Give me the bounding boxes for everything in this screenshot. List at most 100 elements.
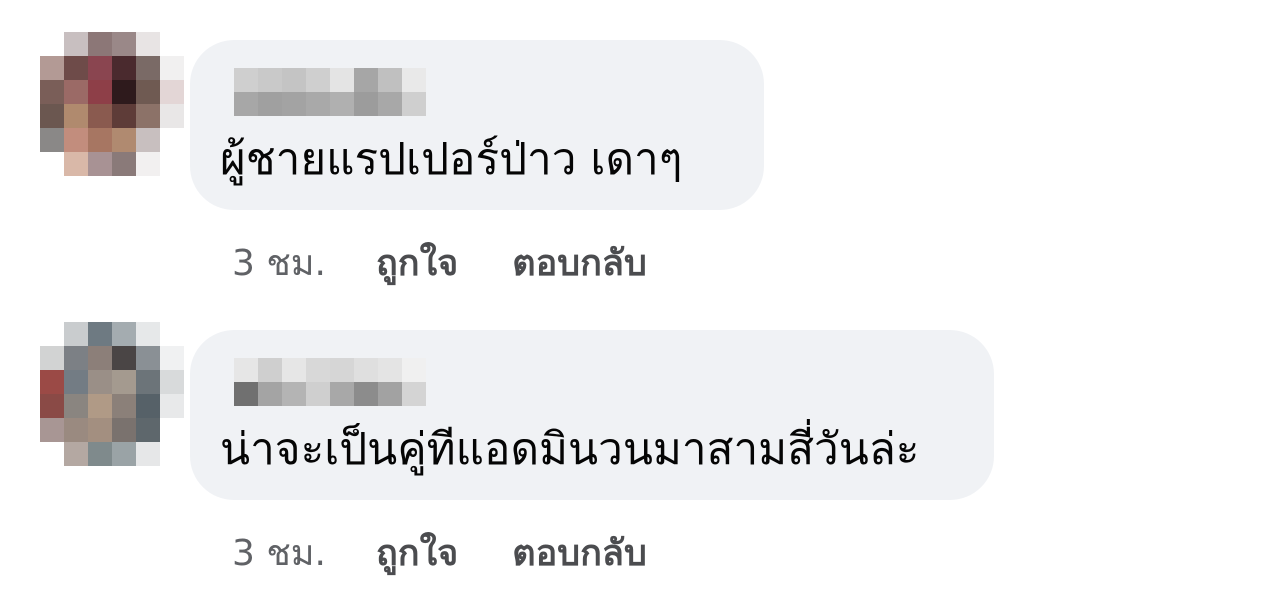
avatar-pixel [160, 370, 184, 394]
comment-actions: 3 ชม. ถูกใจ ตอบกลับ [232, 232, 647, 292]
name-blur-pixel [354, 68, 378, 92]
avatar-pixel [64, 442, 88, 466]
avatar-pixel [88, 346, 112, 370]
avatar-pixel [112, 32, 136, 56]
avatar-pixel [88, 128, 112, 152]
avatar-pixel [112, 104, 136, 128]
name-blur-pixel [234, 358, 258, 382]
avatar-pixel [112, 394, 136, 418]
avatar-pixel [88, 32, 112, 56]
name-blur-pixel [330, 358, 354, 382]
reply-button[interactable]: ตอบกลับ [512, 234, 647, 291]
name-blur-pixel [306, 382, 330, 406]
avatar-pixel [160, 322, 184, 346]
avatar-pixel [112, 152, 136, 176]
avatar-pixel [160, 104, 184, 128]
reply-button[interactable]: ตอบกลับ [512, 524, 647, 581]
name-blur-pixel [402, 68, 426, 92]
avatar-pixel [136, 322, 160, 346]
avatar-pixel [64, 32, 88, 56]
avatar-pixel [40, 418, 64, 442]
avatar-pixel [112, 322, 136, 346]
comment-text: ผู้ชายแรปเปอร์ป่าว เดาๆ [220, 134, 683, 185]
avatar-pixel [112, 346, 136, 370]
avatar-pixel [40, 322, 64, 346]
name-blur-pixel [402, 382, 426, 406]
name-blur-pixel [378, 92, 402, 116]
name-blur-pixel [306, 92, 330, 116]
avatar-pixel [40, 80, 64, 104]
name-blur-pixel [378, 68, 402, 92]
avatar-pixel [40, 56, 64, 80]
avatar-pixel [88, 418, 112, 442]
avatar-pixel [160, 152, 184, 176]
avatar-pixel [88, 56, 112, 80]
name-blur-pixel [282, 92, 306, 116]
name-blur-pixel [354, 358, 378, 382]
avatar-pixel [64, 322, 88, 346]
comment-timestamp[interactable]: 3 ชม. [232, 524, 326, 581]
avatar-pixel [40, 152, 64, 176]
avatar-pixel [136, 104, 160, 128]
commenter-name-blurred[interactable] [234, 358, 426, 406]
name-blur-pixel [282, 68, 306, 92]
avatar-pixel [136, 128, 160, 152]
name-blur-pixel [258, 92, 282, 116]
avatar-pixel [40, 104, 64, 128]
name-blur-pixel [234, 382, 258, 406]
comment-bubble: ผู้ชายแรปเปอร์ป่าว เดาๆ [190, 40, 764, 210]
avatar-pixel [136, 32, 160, 56]
name-blur-pixel [378, 382, 402, 406]
avatar-pixel [112, 370, 136, 394]
avatar-pixel [64, 128, 88, 152]
avatar-pixel [160, 56, 184, 80]
avatar-pixel [160, 394, 184, 418]
name-blur-pixel [354, 382, 378, 406]
avatar-pixel [88, 394, 112, 418]
name-blur-pixel [258, 382, 282, 406]
avatar-pixel [88, 442, 112, 466]
avatar-pixel [112, 80, 136, 104]
avatar-pixel [64, 104, 88, 128]
avatar-pixel [40, 370, 64, 394]
avatar-pixel [64, 346, 88, 370]
avatar-pixel [40, 32, 64, 56]
avatar-pixel [88, 322, 112, 346]
avatar-pixel [136, 152, 160, 176]
comment-actions: 3 ชม. ถูกใจ ตอบกลับ [232, 522, 647, 582]
avatar-pixel [136, 394, 160, 418]
name-blur-pixel [282, 358, 306, 382]
name-blur-pixel [378, 358, 402, 382]
avatar-pixel [160, 418, 184, 442]
name-blur-pixel [306, 68, 330, 92]
name-blur-pixel [234, 68, 258, 92]
name-blur-pixel [330, 382, 354, 406]
avatar-pixel [64, 80, 88, 104]
name-blur-pixel [402, 92, 426, 116]
name-blur-pixel [234, 92, 258, 116]
avatar-pixel [112, 442, 136, 466]
avatar-pixel [136, 346, 160, 370]
avatar-pixel [160, 442, 184, 466]
comment-bubble: น่าจะเป็นคู่ทีแอดมินวนมาสามสี่วันล่ะ [190, 330, 994, 500]
comments-page: ผู้ชายแรปเปอร์ป่าว เดาๆ 3 ชม. ถูกใจ ตอบก… [0, 0, 1280, 592]
avatar[interactable] [40, 322, 184, 466]
avatar-pixel [136, 442, 160, 466]
avatar-pixel [64, 418, 88, 442]
avatar-pixel [64, 394, 88, 418]
name-blur-pixel [306, 358, 330, 382]
avatar-pixel [40, 346, 64, 370]
avatar-pixel [136, 418, 160, 442]
avatar-pixel [112, 418, 136, 442]
avatar-pixel [88, 152, 112, 176]
avatar-pixel [136, 80, 160, 104]
avatar-pixel [112, 128, 136, 152]
like-button[interactable]: ถูกใจ [376, 234, 458, 291]
like-button[interactable]: ถูกใจ [376, 524, 458, 581]
comment-timestamp[interactable]: 3 ชม. [232, 234, 326, 291]
avatar-pixel [160, 32, 184, 56]
avatar-pixel [40, 128, 64, 152]
commenter-name-blurred[interactable] [234, 68, 426, 116]
avatar[interactable] [40, 32, 184, 176]
avatar-pixel [160, 80, 184, 104]
